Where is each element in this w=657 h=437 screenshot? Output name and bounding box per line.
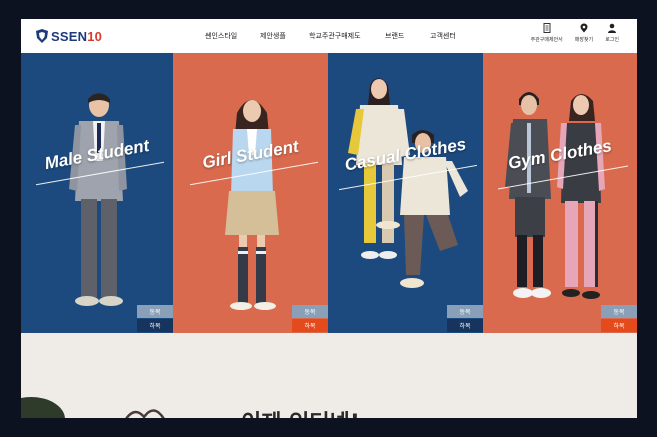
summer-uniform-button[interactable]: 하복 xyxy=(137,319,173,332)
login-label: 로그인 xyxy=(605,37,619,43)
glasses-decoration-image xyxy=(125,409,165,418)
utility-menu: 주관구매제안서 매장찾기 로그인 xyxy=(519,23,619,43)
panel-girl-student[interactable]: Girl Student 동복 하복 xyxy=(173,53,328,333)
gym-clothes-figure-image xyxy=(505,92,605,299)
winter-uniform-button[interactable]: 동복 xyxy=(292,305,328,318)
casual-clothes-figure-image xyxy=(348,78,468,288)
nav-item-customer-center[interactable]: 고객센터 xyxy=(430,31,456,41)
panel-casual-clothes[interactable]: Casual Clothes 동복 하복 xyxy=(328,53,483,333)
nav-item-brand[interactable]: 브랜드 xyxy=(385,31,404,41)
location-pin-icon xyxy=(580,23,588,33)
brand-name: SSEN xyxy=(51,28,88,44)
leaf-decoration-image xyxy=(21,397,65,418)
summer-uniform-button[interactable]: 하복 xyxy=(601,319,637,332)
nav-item-sample-proposal[interactable]: 제안생플 xyxy=(260,31,286,41)
shield-logo-icon xyxy=(36,29,48,43)
proposal-link[interactable]: 주관구매제안서 xyxy=(531,23,563,43)
male-student-figure-image xyxy=(69,93,127,306)
person-icon xyxy=(608,23,617,33)
site-header: SSEN10 쎈인스타일 제안생플 학교주관구매제도 브랜드 고객센터 주관구매… xyxy=(21,19,637,54)
brand-logo[interactable]: SSEN10 xyxy=(36,27,102,45)
store-finder-label: 매장찾기 xyxy=(574,37,594,43)
category-panels: Male Student 동복 하복 Girl Student 동복 하복 Ca… xyxy=(21,53,637,333)
winter-uniform-button[interactable]: 동복 xyxy=(601,305,637,318)
nav-item-ssen-in-style[interactable]: 쎈인스타일 xyxy=(205,31,237,41)
browser-viewport: SSEN10 쎈인스타일 제안생플 학교주관구매제도 브랜드 고객센터 주관구매… xyxy=(21,19,637,418)
promo-headline: 이제 인터넷! xyxy=(241,405,360,418)
brand-suffix: 10 xyxy=(87,28,103,44)
document-icon xyxy=(543,23,551,33)
girl-student-figure-image xyxy=(225,100,279,310)
winter-uniform-button[interactable]: 동복 xyxy=(137,305,173,318)
panel-gym-clothes[interactable]: Gym Clothes 동복 하복 xyxy=(483,53,637,333)
nav-item-school-purchase-system[interactable]: 학교주관구매제도 xyxy=(309,31,361,41)
summer-uniform-button[interactable]: 하복 xyxy=(292,319,328,332)
winter-uniform-button[interactable]: 동복 xyxy=(447,305,483,318)
brand-wordmark: SSEN10 xyxy=(51,29,102,44)
panel-male-student[interactable]: Male Student 동복 하복 xyxy=(21,53,173,333)
promo-section: 이제 인터넷! xyxy=(21,333,637,418)
login-link[interactable]: 로그인 xyxy=(605,23,619,43)
summer-uniform-button[interactable]: 하복 xyxy=(447,319,483,332)
device-frame: SSEN10 쎈인스타일 제안생플 학교주관구매제도 브랜드 고객센터 주관구매… xyxy=(0,0,657,437)
store-finder-link[interactable]: 매장찾기 xyxy=(575,23,593,43)
proposal-label: 주관구매제안서 xyxy=(530,37,563,43)
